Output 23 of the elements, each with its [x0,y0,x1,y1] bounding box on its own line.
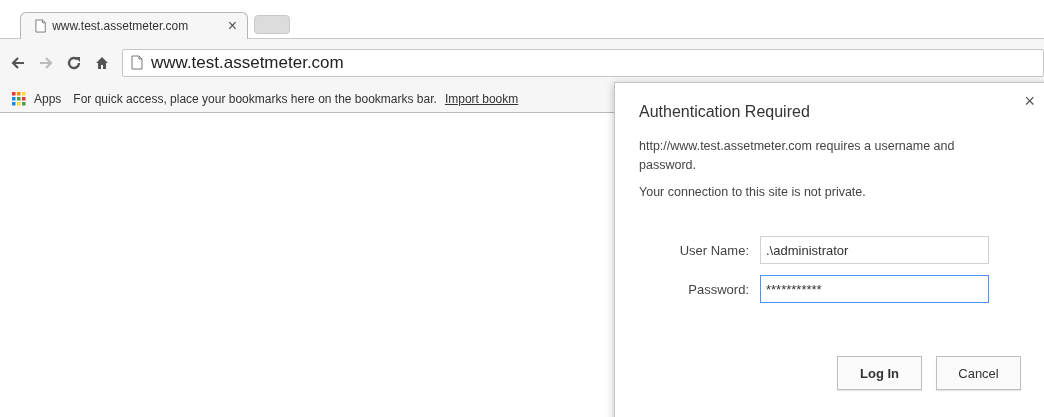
import-bookmarks-link[interactable]: Import bookm [444,92,519,106]
apps-label[interactable]: Apps [34,92,62,106]
apps-grid-icon[interactable] [12,92,26,106]
field-label: Password: [687,281,749,297]
address-bar[interactable]: www.test.assetmeter.com [122,48,1044,77]
home-icon[interactable] [94,54,110,71]
dialog-title: Authentication Required [639,103,811,121]
close-button[interactable]: × [1024,91,1035,112]
page-icon [131,55,143,70]
tab-title: www.test.assetmeter.com [52,19,190,33]
input-field[interactable]: .\administrator [760,236,989,264]
bookmarks-hint: For quick access, place your bookmarks here on the bookmarks bar. [73,92,437,106]
dialog-button[interactable]: Cancel [936,356,1021,390]
page-icon [35,19,47,33]
field-label: User Name: [678,242,749,258]
dialog-message: http://www.test.assetmeter.com requires a username and password. [639,138,956,174]
tab-close-button[interactable]: × [227,17,237,35]
back-arrow-icon[interactable] [10,54,26,71]
input-field[interactable]: *********** [760,275,989,303]
dialog-notice: Your connection to this site is not private. [639,184,867,201]
browser-tab[interactable]: www.test.assetmeter.com × [20,12,248,39]
dialog-button[interactable]: Log In [837,356,922,390]
reload-icon[interactable] [66,54,82,71]
